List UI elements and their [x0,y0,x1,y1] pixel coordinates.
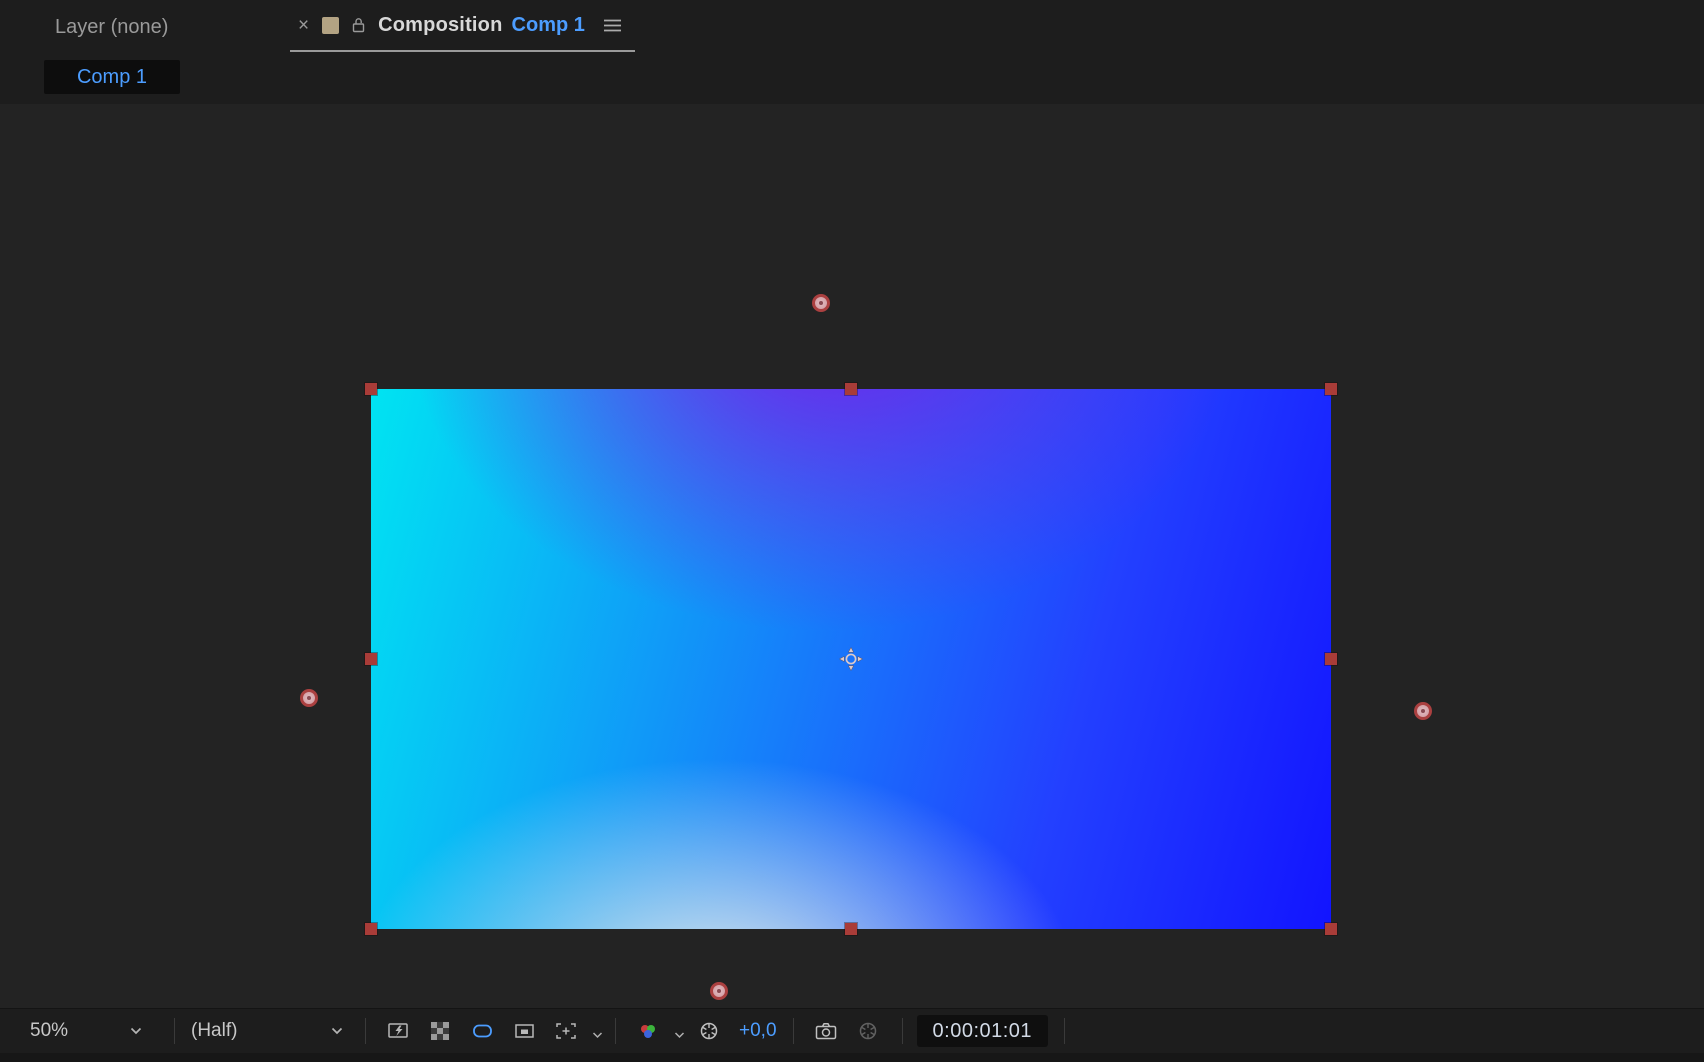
effect-control-point-left[interactable] [300,689,318,707]
lock-icon[interactable] [352,17,365,33]
camera-icon [815,1023,836,1040]
mask-and-shape-path-visibility-icon [472,1024,492,1038]
panel-menu-icon[interactable] [603,19,621,32]
viewer-toolbar: 50% (Half) +0,0 0:00:01:01 [0,1008,1704,1053]
exposure-aperture-icon [700,1022,718,1040]
toolbar-separator [1064,1018,1066,1044]
tab-layer[interactable]: Layer (none) [55,14,168,40]
resolution-value: (Half) [191,1020,238,1041]
snapshot-group [808,1016,886,1046]
fast-previews-icon [388,1023,408,1038]
effect-control-point-right[interactable] [1414,702,1432,720]
selection-handle-top-center[interactable] [845,383,857,395]
grid-and-guide-options-icon [556,1023,576,1039]
channels-rgb-icon [641,1025,655,1038]
comp-selector[interactable]: Comp 1 [44,60,180,94]
show-snapshot-icon [859,1022,876,1040]
selection-handle-top-right[interactable] [1325,383,1337,395]
resolution-dropdown[interactable]: (Half) [191,1020,343,1042]
tab-composition[interactable]: × Composition Comp 1 [290,0,635,52]
channel-settings-button[interactable] [630,1016,666,1046]
current-time-display[interactable]: 0:00:01:01 [916,1015,1049,1047]
view-toggle-group [380,1016,603,1046]
selection-handle-bottom-left[interactable] [365,923,377,935]
magnification-value: 50% [30,1020,69,1041]
toolbar-separator [615,1018,616,1044]
selection-handle-bottom-right[interactable] [1325,923,1337,935]
tab-title: Composition [378,13,503,36]
grid-and-guide-options-button[interactable] [548,1016,584,1046]
tab-comp-name: Comp 1 [511,13,585,36]
exposure-value[interactable]: +0,0 [739,1020,777,1042]
chevron-down-icon[interactable] [674,1031,685,1039]
close-icon[interactable]: × [298,16,309,35]
chevron-down-icon [130,1027,142,1035]
adjust-exposure-button[interactable] [691,1016,727,1046]
anchor-point-gizmo[interactable] [838,646,864,672]
toolbar-separator [365,1018,366,1044]
effect-control-point-bottom[interactable] [710,982,728,1000]
after-effects-composition-panel: Layer (none) × Composition Comp 1 Comp 1 [0,0,1704,1062]
show-snapshot-button[interactable] [850,1016,886,1046]
bottom-strip [0,1053,1704,1062]
selection-handle-top-left[interactable] [365,383,377,395]
selection-handle-mid-right[interactable] [1325,653,1337,665]
chevron-down-icon[interactable] [592,1031,603,1039]
region-of-interest-icon [514,1024,534,1038]
color-exposure-group: +0,0 [630,1016,777,1046]
chevron-down-icon [331,1027,343,1035]
fast-previews-button[interactable] [380,1016,416,1046]
selection-handle-mid-left[interactable] [365,653,377,665]
effect-control-point-top[interactable] [812,294,830,312]
panel-color-swatch[interactable] [322,16,340,34]
transparency-grid-icon [431,1022,449,1040]
transparency-grid-button[interactable] [422,1016,458,1046]
toolbar-separator [901,1018,903,1044]
toolbar-separator [792,1018,794,1044]
magnification-dropdown[interactable]: 50% [30,1020,142,1042]
composition-viewport[interactable] [0,104,1704,1008]
panel-header: Layer (none) × Composition Comp 1 Comp 1 [0,0,1704,104]
toolbar-separator [174,1018,175,1044]
take-snapshot-button[interactable] [808,1016,844,1046]
mask-visibility-button[interactable] [464,1016,500,1046]
selection-handle-bottom-center[interactable] [845,923,857,935]
region-of-interest-button[interactable] [506,1016,542,1046]
